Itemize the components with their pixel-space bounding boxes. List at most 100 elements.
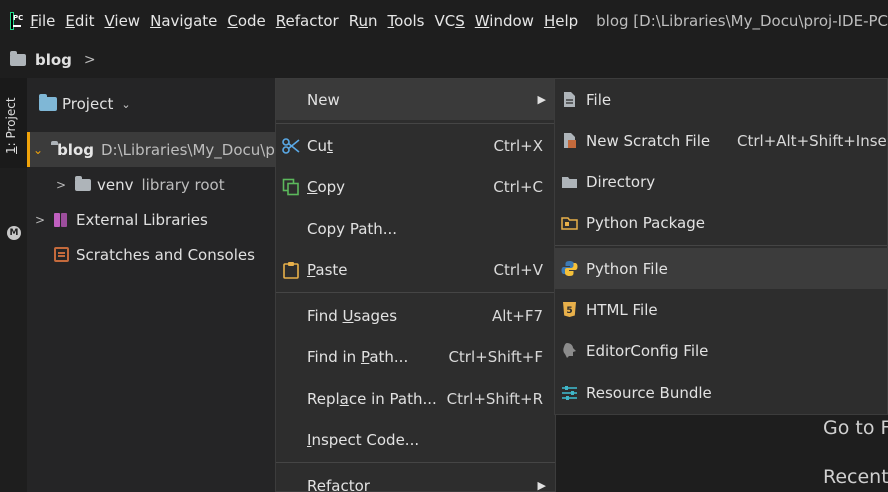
shortcut-label: Ctrl+V xyxy=(493,260,543,279)
chevron-down-icon[interactable]: ⌄ xyxy=(121,98,130,111)
menu-vcs[interactable]: VCS xyxy=(434,12,464,30)
menu-window[interactable]: Window xyxy=(475,12,534,30)
python-icon xyxy=(561,261,578,276)
menu-bar: PC File Edit View Navigate Code Refactor… xyxy=(0,0,888,41)
menu-item-find-in-path[interactable]: Find in Path... Ctrl+Shift+F xyxy=(276,336,555,377)
menu-item-label: Find Usages xyxy=(307,306,398,325)
menu-item-refactor[interactable]: Refactor ▶ xyxy=(276,465,555,492)
submenu-item-label: File xyxy=(586,90,612,109)
tree-item-label: Scratches and Consoles xyxy=(76,245,255,264)
folder-icon xyxy=(75,175,91,191)
chevron-right-icon: > xyxy=(83,51,96,68)
menu-item-find-usages[interactable]: Find Usages Alt+F7 xyxy=(276,295,555,336)
menu-item-label: Cut xyxy=(307,136,333,155)
window-title: blog [D:\Libraries\My_Docu\proj-IDE-PC xyxy=(596,11,888,30)
shortcut-label: Ctrl+Shift+R xyxy=(446,389,543,408)
new-submenu: File New Scratch File Ctrl+Alt+Shift+Ins… xyxy=(554,78,888,415)
submenu-item-label: Directory xyxy=(586,172,656,191)
submenu-item-label: EditorConfig File xyxy=(586,341,709,360)
breadcrumb-item-blog[interactable]: blog xyxy=(35,51,72,69)
recent-files-hint: Recent xyxy=(823,466,888,488)
submenu-item-label: New Scratch File xyxy=(586,131,711,150)
chevron-right-icon[interactable]: > xyxy=(55,178,67,192)
submenu-item-resource-bundle[interactable]: Resource Bundle xyxy=(555,372,887,413)
menu-item-inspect-code[interactable]: Inspect Code... xyxy=(276,419,555,460)
menu-edit[interactable]: Edit xyxy=(65,12,94,30)
submenu-item-scratch-file[interactable]: New Scratch File Ctrl+Alt+Shift+Insert xyxy=(555,120,888,161)
menu-item-copy-path[interactable]: Copy Path... xyxy=(276,208,555,249)
menu-item-cut[interactable]: Cut Ctrl+X xyxy=(276,125,555,166)
tree-item-detail: library root xyxy=(141,175,225,194)
chevron-right-icon[interactable]: > xyxy=(34,213,46,227)
project-folder-icon xyxy=(39,94,57,111)
left-tool-strip: 1: Project M xyxy=(0,78,27,492)
menu-item-new[interactable]: New ▶ xyxy=(276,79,555,120)
pycharm-logo-icon: PC xyxy=(10,11,23,30)
folder-icon xyxy=(562,177,577,188)
tree-item-label: venv xyxy=(97,175,134,194)
submenu-item-python-package[interactable]: Python Package xyxy=(555,202,887,243)
menu-separator xyxy=(276,462,555,463)
menu-view[interactable]: View xyxy=(104,12,140,30)
clipboard-icon xyxy=(283,262,299,279)
menu-file[interactable]: File xyxy=(30,12,55,30)
menu-item-label: Copy Path... xyxy=(307,219,398,238)
panel-title: Project xyxy=(62,95,114,113)
submenu-item-html-file[interactable]: 5 HTML File xyxy=(555,289,887,330)
submenu-item-editorconfig[interactable]: EditorConfig File xyxy=(555,330,887,371)
scratch-icon xyxy=(54,247,69,262)
tool-tab-project-label: 1: Project xyxy=(4,97,18,154)
scissors-icon xyxy=(282,138,300,154)
resource-bundle-icon xyxy=(562,386,577,400)
menu-run[interactable]: Run xyxy=(349,12,378,30)
project-panel-header[interactable]: Project ⌄ xyxy=(27,78,276,130)
submenu-item-label: Python Package xyxy=(586,213,705,232)
shortcut-label: Alt+F7 xyxy=(491,306,543,325)
structure-m-icon[interactable]: M xyxy=(7,226,21,240)
submenu-item-label: Resource Bundle xyxy=(586,383,712,402)
copy-icon xyxy=(282,178,299,196)
menu-separator xyxy=(555,245,887,246)
menu-item-copy[interactable]: Copy Ctrl+C xyxy=(276,166,555,207)
tree-item-label: blog xyxy=(57,140,94,159)
tree-item-blog[interactable]: ⌄ blog D:\Libraries\My_Docu\pr xyxy=(27,132,276,167)
menu-item-label: Refactor xyxy=(307,476,370,492)
menu-item-label: New xyxy=(307,90,340,109)
submenu-item-file[interactable]: File xyxy=(555,79,887,120)
menu-separator xyxy=(276,292,555,293)
submenu-arrow-icon: ▶ xyxy=(537,479,546,492)
submenu-item-label: Python File xyxy=(586,259,668,278)
menu-item-label: Copy xyxy=(307,177,346,196)
project-panel: Project ⌄ ⌄ blog D:\Libraries\My_Docu\pr… xyxy=(27,78,276,492)
tree-item-label: External Libraries xyxy=(76,210,208,229)
menu-navigate[interactable]: Navigate xyxy=(150,12,217,30)
menu-tools[interactable]: Tools xyxy=(388,12,425,30)
context-menu: New ▶ Cut Ctrl+X Copy Ctrl+C Copy Path..… xyxy=(275,78,556,492)
expand-arrow-icon[interactable]: ⌄ xyxy=(33,143,43,157)
shortcut-label: Ctrl+Shift+F xyxy=(448,347,543,366)
tree-item-scratches[interactable]: Scratches and Consoles xyxy=(27,237,276,272)
goto-file-hint: Go to F xyxy=(823,417,888,439)
menu-item-label: Inspect Code... xyxy=(307,430,420,449)
html-icon: 5 xyxy=(563,302,576,317)
menu-refactor[interactable]: Refactor xyxy=(276,12,339,30)
shortcut-label: Ctrl+X xyxy=(493,136,543,155)
menu-help[interactable]: Help xyxy=(544,12,578,30)
menu-item-label: Replace in Path... xyxy=(307,389,437,408)
menu-code[interactable]: Code xyxy=(227,12,265,30)
menu-item-label: Paste xyxy=(307,260,348,279)
file-icon xyxy=(564,92,575,107)
editorconfig-icon xyxy=(563,343,576,358)
submenu-item-directory[interactable]: Directory xyxy=(555,161,887,202)
menu-separator xyxy=(276,123,555,124)
tool-tab-project[interactable]: 1: Project xyxy=(0,78,27,168)
menu-item-label: Find in Path... xyxy=(307,347,409,366)
tree-item-venv[interactable]: > venv library root xyxy=(27,167,276,202)
tree-item-external-libraries[interactable]: > External Libraries xyxy=(27,202,276,237)
menu-item-paste[interactable]: Paste Ctrl+V xyxy=(276,249,555,290)
submenu-arrow-icon: ▶ xyxy=(537,93,546,106)
shortcut-label: Ctrl+Alt+Shift+Insert xyxy=(737,131,888,150)
submenu-item-python-file[interactable]: Python File xyxy=(555,248,887,289)
menu-item-replace-in-path[interactable]: Replace in Path... Ctrl+Shift+R xyxy=(276,378,555,419)
package-icon xyxy=(561,217,578,230)
